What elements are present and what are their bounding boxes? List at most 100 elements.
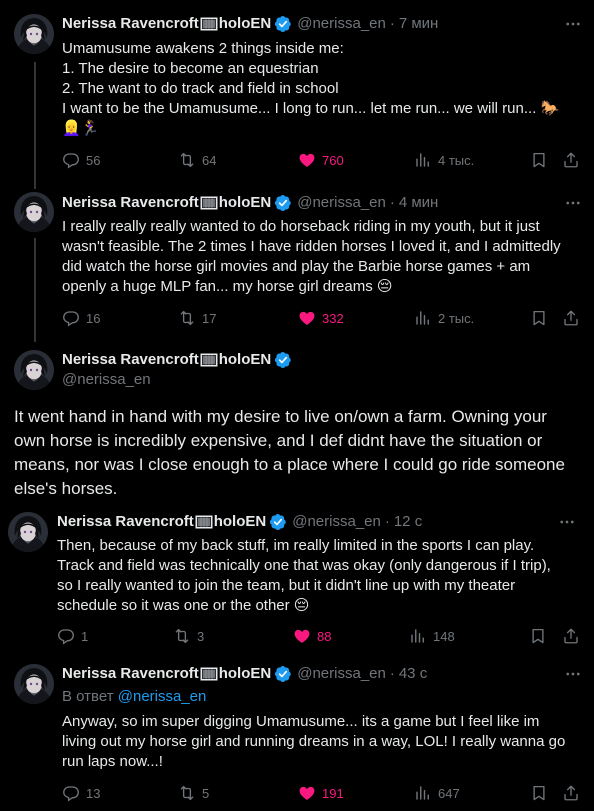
author-handle[interactable]: @nerissa_en	[292, 512, 381, 532]
reply-icon	[62, 151, 80, 169]
separator-dot: ·	[384, 513, 390, 530]
like-count: 332	[322, 310, 344, 326]
avatar[interactable]	[14, 192, 54, 232]
bookmark-button[interactable]	[530, 783, 548, 803]
retweet-icon	[178, 784, 196, 802]
share-button[interactable]	[562, 150, 580, 170]
share-icon	[562, 309, 580, 327]
replying-to-mention[interactable]: @nerissa_en	[118, 688, 207, 705]
separator-dot: ·	[389, 665, 395, 682]
like-button[interactable]: 88	[293, 626, 331, 646]
tweet-line: so I really wanted to join the team, but…	[57, 577, 516, 594]
timestamp[interactable]: 12 с	[394, 512, 422, 532]
tweet-header: Nerissa Ravencroft holoEN @nerissa_en · 7…	[62, 14, 438, 34]
avatar[interactable]	[14, 350, 54, 390]
reply-button[interactable]: 16	[62, 308, 100, 328]
timestamp[interactable]: 4 мин	[399, 193, 439, 213]
tweet-header: Nerissa Ravencroft holoEN @nerissa_en · 4…	[62, 193, 438, 213]
tweet-text: It went hand in hand with my desire to l…	[14, 405, 584, 501]
author-name[interactable]: Nerissa Ravencroft	[62, 193, 199, 213]
tweet-line: Track and field was technically one that…	[57, 557, 551, 574]
retweet-count: 3	[197, 628, 205, 644]
views-icon	[414, 151, 432, 169]
reply-button[interactable]: 56	[62, 150, 100, 170]
reply-icon	[62, 309, 80, 327]
author-name-suffix[interactable]: holoEN	[219, 350, 272, 370]
author-name[interactable]: Nerissa Ravencroft	[57, 512, 194, 532]
author-name-suffix[interactable]: holoEN	[219, 193, 272, 213]
views-button[interactable]: 2 тыс.	[414, 308, 474, 328]
name-badge-icon	[200, 353, 218, 367]
views-button[interactable]: 148	[409, 626, 455, 646]
avatar[interactable]	[14, 664, 54, 704]
thread-line	[34, 62, 36, 189]
like-count: 760	[322, 152, 344, 168]
tweet-actions: 1 3 88 148	[57, 626, 582, 646]
tweet-actions: 56 64 760 4 тыс.	[62, 150, 582, 170]
timestamp[interactable]: 43 с	[399, 664, 427, 684]
tweet-header: Nerissa Ravencroft holoEN	[62, 350, 292, 370]
retweet-icon	[178, 309, 196, 327]
retweet-button[interactable]: 64	[178, 150, 216, 170]
more-icon[interactable]	[564, 15, 582, 33]
views-button[interactable]: 4 тыс.	[414, 150, 474, 170]
replying-to: В ответ @nerissa_en	[62, 687, 206, 707]
tweet-text: Umamusume awakens 2 things inside me: 1.…	[62, 39, 582, 139]
view-count: 148	[433, 628, 455, 644]
tweet-line: schedule so it was one or the other 😔	[57, 597, 310, 614]
view-count: 2 тыс.	[438, 310, 475, 326]
more-icon[interactable]	[558, 513, 576, 531]
author-handle[interactable]: @nerissa_en	[297, 664, 386, 684]
reply-icon	[57, 627, 75, 645]
tweet-text: I really really really wanted to do hors…	[62, 217, 587, 297]
author-handle[interactable]: @nerissa_en	[297, 193, 386, 213]
bookmark-button[interactable]	[530, 150, 548, 170]
timestamp[interactable]: 7 мин	[399, 14, 439, 34]
reply-count: 13	[86, 785, 101, 801]
retweet-button[interactable]: 5	[178, 783, 209, 803]
verified-icon	[269, 513, 287, 531]
more-icon[interactable]	[564, 665, 582, 683]
avatar[interactable]	[14, 14, 54, 54]
tweet-line: run laps now...!	[62, 753, 163, 770]
bookmark-button[interactable]	[529, 626, 547, 646]
like-button[interactable]: 191	[298, 783, 344, 803]
retweet-button[interactable]: 17	[178, 308, 216, 328]
author-name-suffix[interactable]: holoEN	[214, 512, 267, 532]
share-button[interactable]	[562, 308, 580, 328]
author-handle[interactable]: @nerissa_en	[62, 370, 151, 390]
author-name-suffix[interactable]: holoEN	[219, 664, 272, 684]
tweet-line: Anyway, so im super digging Umamusume...…	[62, 713, 540, 730]
heart-icon	[293, 627, 311, 645]
author-name-suffix[interactable]: holoEN	[219, 14, 272, 34]
tweet-line: 👱‍♀️🏃‍♀️	[62, 120, 100, 137]
reply-count: 1	[81, 628, 89, 644]
verified-icon	[274, 194, 292, 212]
tweet-line: I really really really wanted to do hors…	[62, 218, 540, 235]
reply-button[interactable]: 13	[62, 783, 100, 803]
author-handle[interactable]: @nerissa_en	[297, 14, 386, 34]
more-icon[interactable]	[564, 194, 582, 212]
avatar[interactable]	[8, 512, 48, 552]
reply-icon	[62, 784, 80, 802]
like-button[interactable]: 760	[298, 150, 344, 170]
tweet-header: Nerissa Ravencroft holoEN @nerissa_en · 1…	[57, 512, 422, 532]
name-badge-icon	[195, 515, 213, 529]
heart-icon	[298, 784, 316, 802]
share-button[interactable]	[562, 626, 580, 646]
retweet-button[interactable]: 3	[173, 626, 204, 646]
like-button[interactable]: 332	[298, 308, 344, 328]
retweet-count: 5	[202, 785, 210, 801]
separator-dot: ·	[389, 194, 395, 211]
views-icon	[409, 627, 427, 645]
verified-icon	[274, 665, 292, 683]
views-button[interactable]: 647	[414, 783, 460, 803]
author-name[interactable]: Nerissa Ravencroft	[62, 350, 199, 370]
author-name[interactable]: Nerissa Ravencroft	[62, 664, 199, 684]
bookmark-button[interactable]	[530, 308, 548, 328]
share-button[interactable]	[562, 783, 580, 803]
tweet-text: Anyway, so im super digging Umamusume...…	[62, 712, 587, 772]
author-name[interactable]: Nerissa Ravencroft	[62, 14, 199, 34]
like-count: 88	[317, 628, 332, 644]
reply-button[interactable]: 1	[57, 626, 88, 646]
